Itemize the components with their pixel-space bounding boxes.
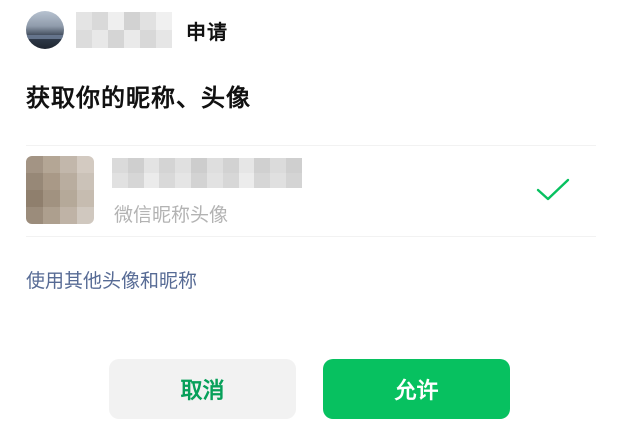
profile-caption: 微信昵称头像	[114, 204, 229, 226]
mosaic-block	[124, 12, 140, 30]
dialog-header: 申请	[26, 10, 228, 50]
mosaic-block	[206, 158, 223, 173]
mosaic-block	[26, 190, 43, 207]
mosaic-block	[143, 173, 160, 188]
mosaic-block	[159, 158, 176, 173]
mosaic-block	[124, 30, 140, 48]
mosaic-block	[222, 173, 239, 188]
mosaic-block	[26, 207, 43, 224]
cancel-button[interactable]: 取消	[109, 359, 296, 419]
mosaic-block	[143, 158, 160, 173]
profile-avatar-redacted	[26, 156, 94, 224]
use-other-avatar-link[interactable]: 使用其他头像和昵称	[26, 266, 197, 293]
mosaic-block	[26, 173, 43, 190]
mosaic-block	[191, 158, 207, 173]
apply-label: 申请	[186, 19, 228, 44]
mosaic-block	[43, 173, 60, 190]
mosaic-block	[60, 173, 77, 190]
mosaic-block	[76, 12, 92, 30]
mosaic-block	[191, 173, 207, 188]
nickname-redacted	[112, 158, 302, 188]
mosaic-block	[254, 158, 271, 173]
mosaic-block	[140, 12, 156, 30]
profile-option-row[interactable]: 微信昵称头像	[26, 145, 596, 237]
mosaic-block	[156, 30, 172, 48]
mosaic-block	[77, 207, 94, 224]
mosaic-block	[108, 12, 124, 30]
mosaic-block	[77, 190, 94, 207]
mosaic-block	[112, 158, 128, 173]
mosaic-block	[254, 173, 271, 188]
mosaic-block	[238, 173, 255, 188]
mosaic-block	[43, 207, 60, 224]
mosaic-block	[127, 158, 144, 173]
mosaic-block	[159, 173, 176, 188]
mosaic-block	[175, 173, 192, 188]
mosaic-block	[206, 173, 223, 188]
allow-button[interactable]: 允许	[323, 359, 510, 419]
mosaic-block	[60, 156, 77, 173]
mosaic-block	[77, 156, 94, 173]
mosaic-block	[112, 173, 128, 188]
mosaic-block	[175, 158, 192, 173]
app-avatar	[26, 11, 64, 49]
mosaic-block	[43, 190, 60, 207]
mosaic-block	[43, 156, 60, 173]
mosaic-block	[92, 12, 108, 30]
mosaic-block	[26, 156, 43, 173]
mosaic-block	[92, 30, 108, 48]
mosaic-block	[76, 30, 92, 48]
mosaic-block	[222, 158, 239, 173]
app-avatar-horizon	[26, 35, 64, 39]
mosaic-block	[156, 12, 172, 30]
mosaic-block	[140, 30, 156, 48]
mosaic-block	[270, 173, 287, 188]
mosaic-block	[238, 158, 255, 173]
app-name-redacted	[76, 12, 172, 48]
page-title: 获取你的昵称、头像	[26, 84, 251, 112]
mosaic-block	[286, 158, 302, 173]
mosaic-block	[60, 207, 77, 224]
mosaic-block	[77, 173, 94, 190]
mosaic-block	[60, 190, 77, 207]
checkmark-icon	[536, 178, 570, 201]
mosaic-block	[286, 173, 302, 188]
mosaic-block	[127, 173, 144, 188]
mosaic-block	[270, 158, 287, 173]
mosaic-block	[108, 30, 124, 48]
